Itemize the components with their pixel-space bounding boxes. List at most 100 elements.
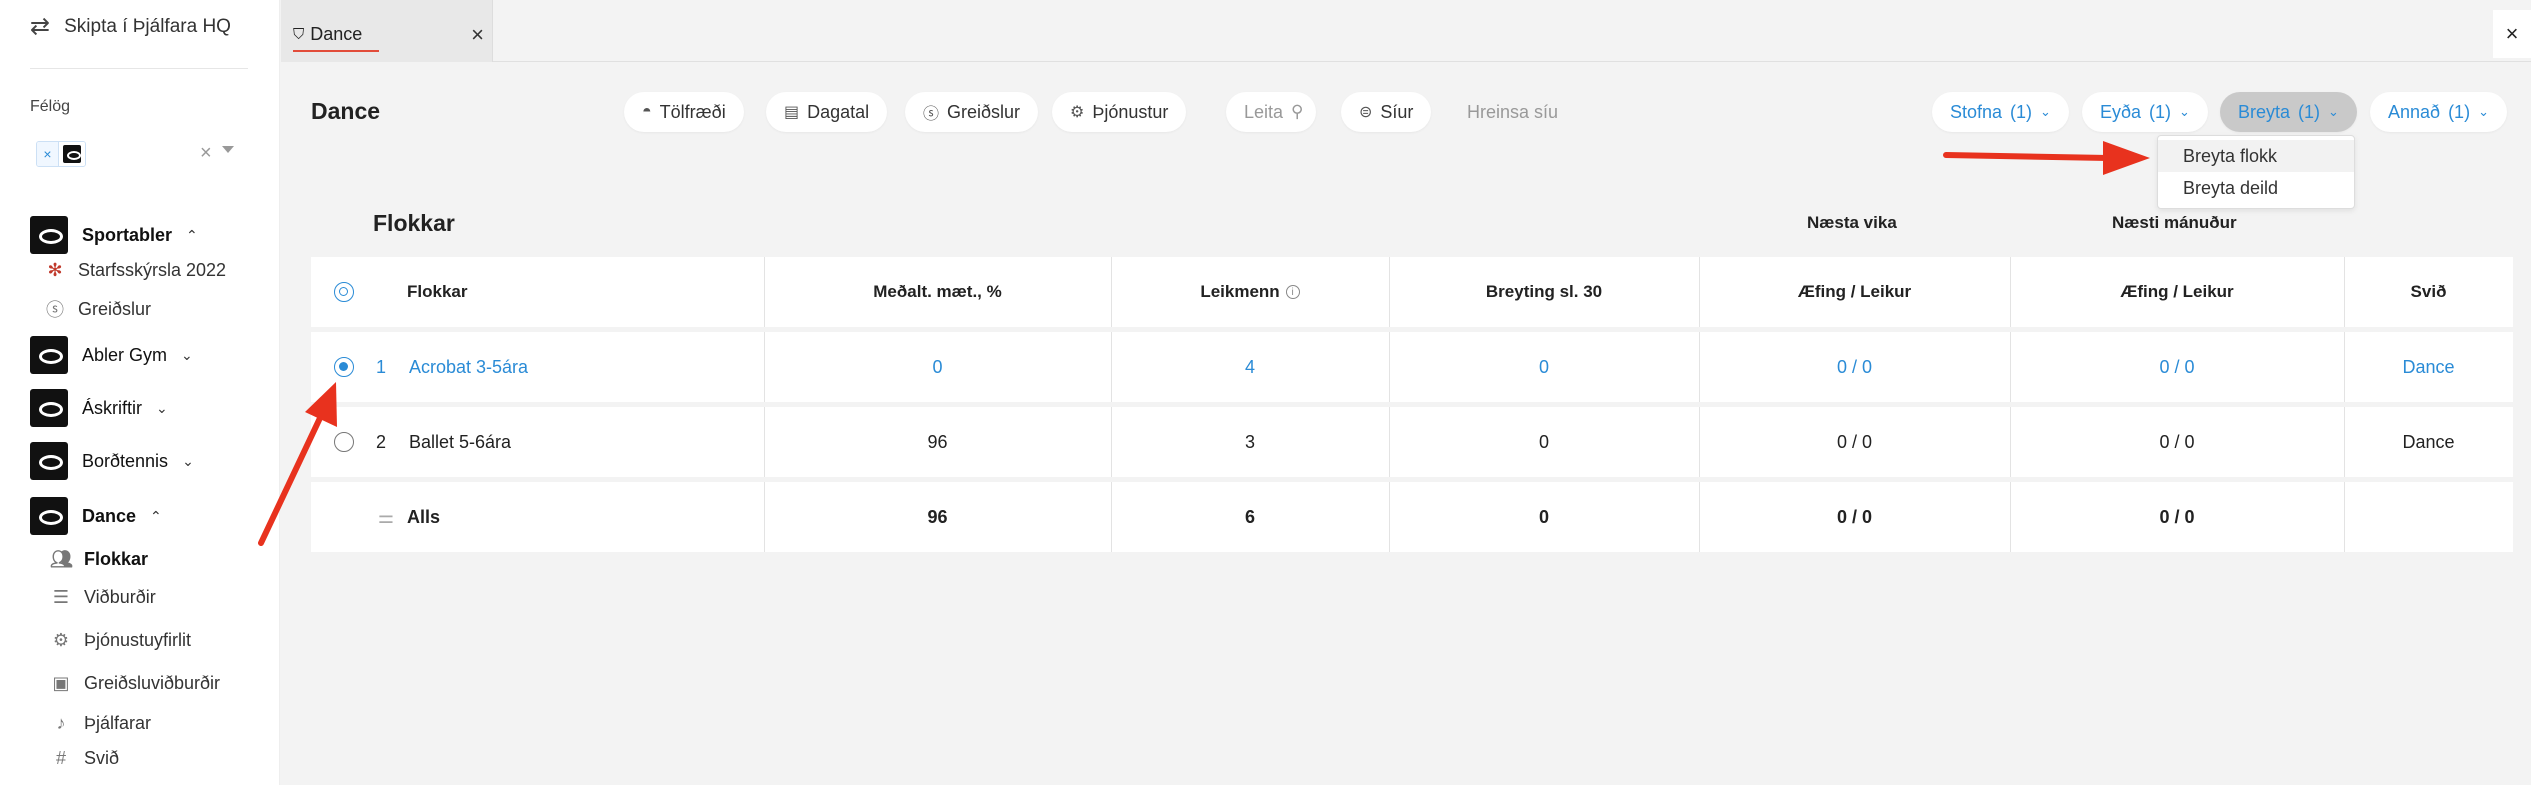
next-month-header: Næsti mánuður [2112,213,2237,232]
tab-dance[interactable]: ⛉ Dance × [281,0,493,62]
action-count: (1) [2448,101,2471,122]
tolfraedi-button[interactable]: ◓ Tölfræði [624,92,744,132]
pill-label: Greiðslur [947,101,1021,122]
club-logo-icon [30,497,68,535]
action-label: Eyða [2100,101,2142,122]
row-avg[interactable]: 0 [764,332,1111,402]
sidebar-item-flokkar[interactable]: 👥︎ Flokkar [50,549,148,570]
stofna-button[interactable]: Stofna (1) ⌄ [1932,92,2069,132]
col-month-training-game[interactable]: Æfing / Leikur [2010,257,2344,327]
menu-item-breyta-flokk[interactable]: Breyta flokk [2158,140,2354,172]
sidebar-item-greidsluvidburdir[interactable]: ▣ Greiðsluviðburðir [50,673,220,694]
row-change[interactable]: 0 [1389,332,1699,402]
row-number: 2 [375,431,386,452]
action-count: (1) [2010,101,2033,122]
sidebar-group-sportabler[interactable]: Sportabler ⌃ [30,216,198,254]
menu-item-breyta-deild[interactable]: Breyta deild [2158,172,2354,204]
table-row[interactable]: 1 Acrobat 3-5ára 0 4 0 0 / 0 0 / 0 Dance [311,332,2513,402]
dollar-icon: ⓢ [46,300,64,320]
whistle-icon: ♪ [56,713,66,733]
row-name[interactable]: Ballet 5-6ára [409,407,709,477]
dagatal-button[interactable]: ▤ Dagatal [766,92,888,132]
switch-hq-link[interactable]: ⇄ Skipta í Þjálfara HQ [30,12,231,41]
total-week: 0 / 0 [1836,506,1873,527]
col-change-30[interactable]: Breyting sl. 30 [1389,257,1699,327]
club-logo-icon [63,145,81,163]
select-all-radio[interactable] [334,282,354,302]
window-close-button[interactable]: × [2493,10,2531,58]
olympic-icon: ✻ [47,260,63,280]
filters-button[interactable]: ⊜ Síur [1341,92,1432,132]
sidebar-item-svid[interactable]: # Svið [50,748,119,769]
row-players[interactable]: 4 [1111,332,1389,402]
club-logo-icon [30,442,68,480]
chevron-down-icon: ⌄ [181,346,193,363]
sidebar-group-abler-gym[interactable]: Abler Gym ⌄ [30,336,193,374]
col-svid[interactable]: Svið [2344,257,2513,327]
chevron-down-icon: ⌄ [2478,104,2489,119]
sidebar-item-thjalfarar[interactable]: ♪ Þjálfarar [50,713,152,734]
row-svid[interactable]: Dance [2344,332,2513,402]
col-flokkar[interactable]: Flokkar [407,257,657,327]
row-select-radio[interactable] [334,432,354,452]
sidebar-item-label: Greiðslur [78,298,152,319]
sidebar-item-vidburdir[interactable]: ☰ Viðburðir [50,587,156,608]
felog-select[interactable]: × × [30,136,240,172]
action-count: (1) [2149,101,2172,122]
chip-remove-icon[interactable]: × [37,142,59,166]
col-players[interactable]: Leikmenn i [1111,257,1389,327]
eyda-button[interactable]: Eyða (1) ⌄ [2082,92,2208,132]
select-all-radio-cell[interactable] [329,257,359,327]
thjonustur-button[interactable]: ⚙ Þjónustur [1052,92,1187,132]
pill-label: Dagatal [807,101,870,122]
users-icon: 👥︎ [50,549,73,569]
drag-handle-icon: ⚌ [377,506,395,527]
row-select-radio[interactable] [334,357,354,377]
clear-icon[interactable]: × [200,142,212,165]
group-label: Áskriftir [82,397,142,418]
club-logo-icon [30,336,68,374]
tab-active-underline [293,50,379,52]
sidebar-item-greidslur[interactable]: ⓢ Greiðslur [44,296,151,322]
sidebar-item-starfsskyrsla[interactable]: ✻ Starfsskýrsla 2022 [44,260,226,281]
row-players: 3 [1244,431,1255,452]
col-week-training-game[interactable]: Æfing / Leikur [1699,257,2010,327]
calendar-icon: ▤ [784,104,800,121]
sidebar-divider [30,68,248,69]
calendar-dollar-icon: ▣ [52,673,70,693]
breyta-dropdown-menu: Breyta flokk Breyta deild [2157,135,2355,209]
sidebar-group-bordtennis[interactable]: Borðtennis ⌄ [30,442,194,480]
row-svid: Dance [2402,431,2455,452]
club-logo-icon [30,389,68,427]
row-radio-cell[interactable] [329,407,359,477]
row-change: 0 [1538,431,1549,452]
total-avg: 96 [927,506,948,527]
gear-icon: ⚙ [1070,104,1085,121]
search-input[interactable]: Leita ⚲ [1226,92,1316,132]
col-avg-attendance[interactable]: Meðalt. mæt., % [764,257,1111,327]
chevron-up-icon: ⌃ [186,226,198,243]
felog-chip: × [36,141,86,167]
chevron-up-icon: ⌃ [150,507,162,524]
row-week: 0 / 0 [1836,431,1873,452]
breyta-button[interactable]: Breyta (1) ⌄ [2220,92,2357,132]
row-name-link[interactable]: Acrobat 3-5ára [409,332,709,402]
group-label: Borðtennis [82,450,169,471]
sidebar-group-askriftir[interactable]: Áskriftir ⌄ [30,389,168,427]
close-icon[interactable]: × [471,22,484,48]
info-icon[interactable]: i [1285,285,1300,299]
total-month: 0 / 0 [2159,506,2195,527]
sidebar-group-dance[interactable]: Dance ⌃ [30,497,162,535]
chevron-down-icon: ⌄ [2040,104,2051,119]
pill-label: Síur [1380,101,1414,122]
sidebar-item-thjonustuyfirlit[interactable]: ⚙ Þjónustuyfirlit [50,630,191,651]
row-month[interactable]: 0 / 0 [2010,332,2344,402]
chevron-down-icon: ⌄ [182,452,194,469]
annad-button[interactable]: Annað (1) ⌄ [2370,92,2507,132]
row-radio-cell[interactable] [329,332,359,402]
caret-down-icon[interactable] [222,146,234,153]
row-week[interactable]: 0 / 0 [1699,332,2010,402]
clear-filters-button[interactable]: Hreinsa síu [1449,92,1576,132]
table-row[interactable]: 2 Ballet 5-6ára 96 3 0 0 / 0 0 / 0 Dance [311,407,2513,477]
greidslur-button[interactable]: ⓢ Greiðslur [905,92,1039,132]
